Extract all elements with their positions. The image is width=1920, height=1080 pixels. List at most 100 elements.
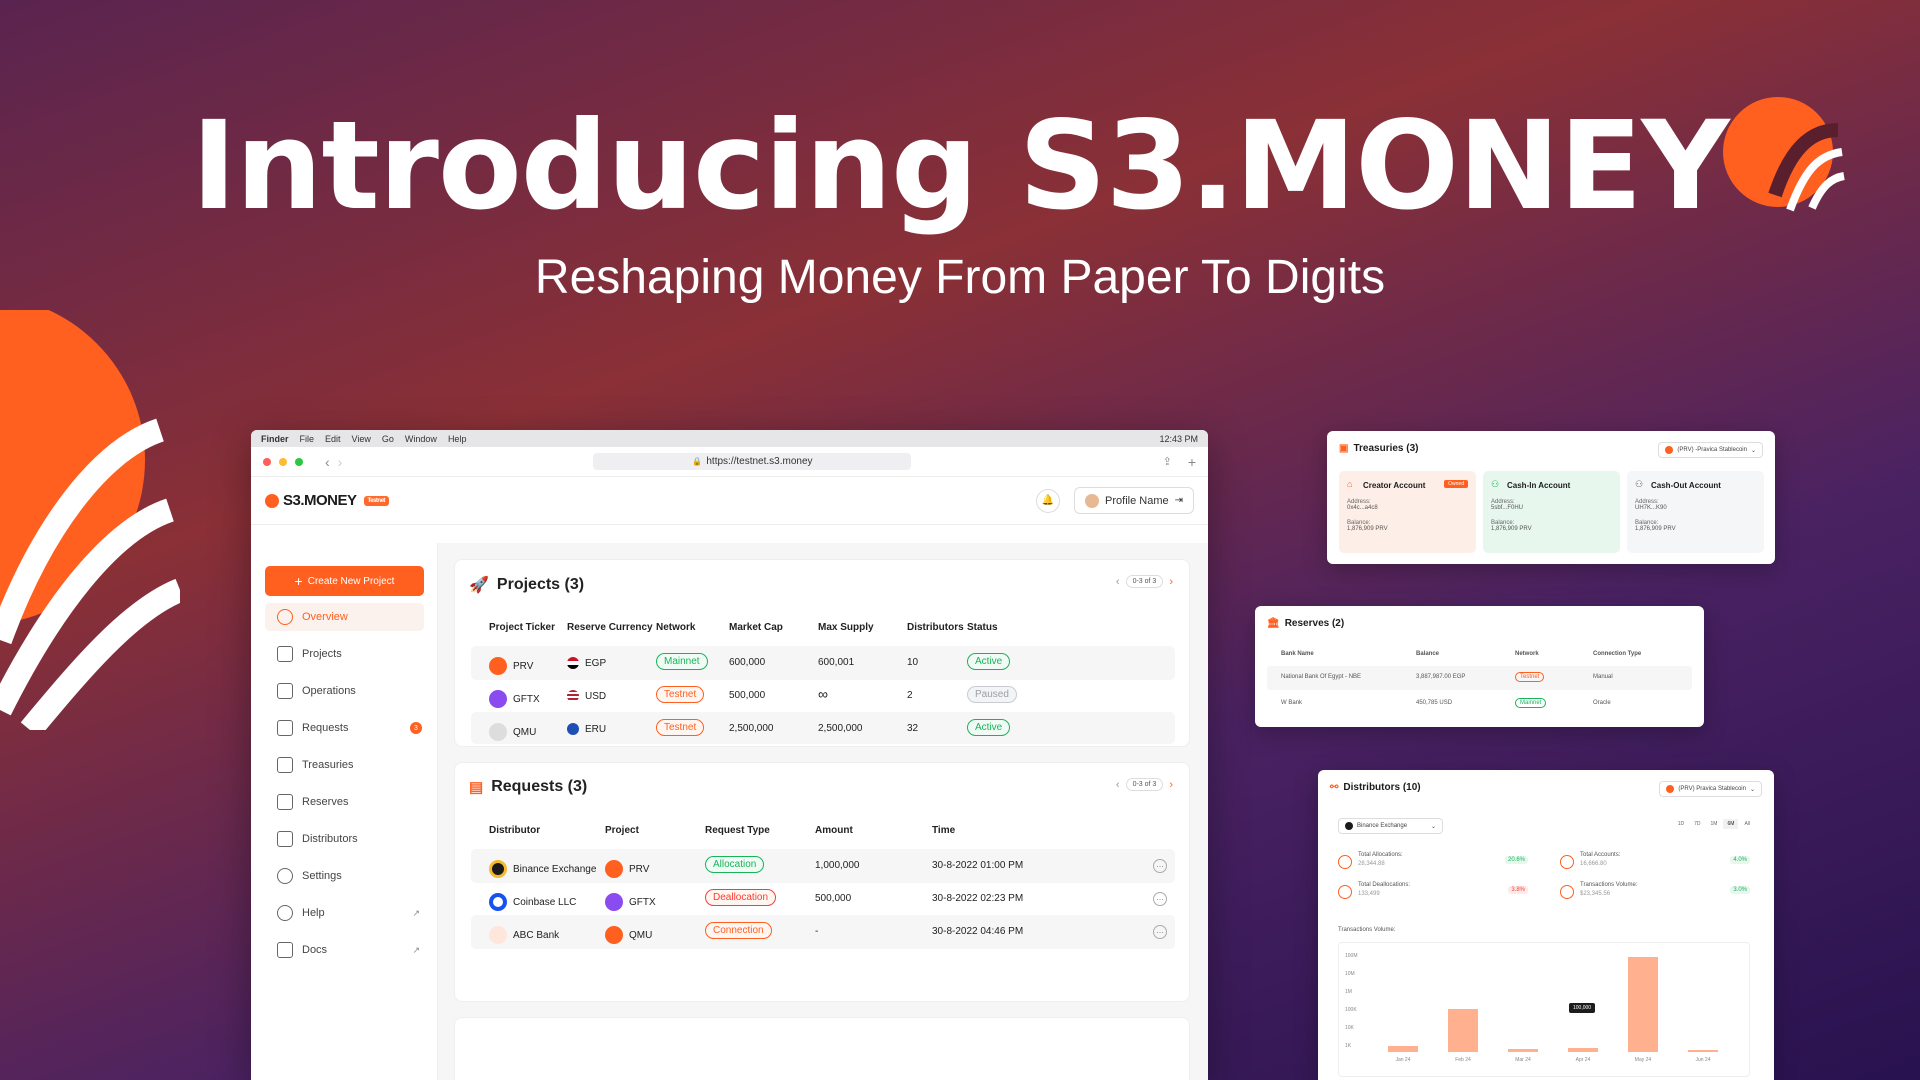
menu-view[interactable]: View <box>352 434 371 444</box>
project-selector[interactable]: (PRV) -Pravica Stablecoin ⌄ <box>1658 442 1763 458</box>
cell-max-supply: 2,500,000 <box>818 723 863 734</box>
column-header[interactable]: Project <box>605 825 639 836</box>
stat-value: 28,344.88 <box>1358 861 1385 867</box>
column-header[interactable]: Network <box>656 622 695 633</box>
sidebar-item-docs[interactable]: Docs ↗ <box>265 936 424 964</box>
menu-edit[interactable]: Edit <box>325 434 341 444</box>
sidebar-item-overview[interactable]: Overview <box>265 603 424 631</box>
table-row[interactable]: QMU ERU Testnet 2,500,000 2,500,000 32 A… <box>471 712 1175 744</box>
chart-bar[interactable] <box>1628 957 1658 1052</box>
stat-delta-down: 3.8% <box>1508 886 1528 894</box>
more-options-icon[interactable]: ⋯ <box>1153 925 1167 939</box>
sidebar-item-help[interactable]: Help ↗ <box>265 899 424 927</box>
logout-icon[interactable]: ⇥ <box>1175 495 1183 506</box>
distributor-filter[interactable]: Binance Exchange ⌄ <box>1338 818 1443 834</box>
table-row[interactable]: National Bank Of Egypt - NBE 3,887,987.0… <box>1267 666 1692 690</box>
column-header[interactable]: Status <box>967 622 998 633</box>
profile-button[interactable]: Profile Name ⇥ <box>1074 487 1194 514</box>
next-page-icon[interactable]: › <box>1169 779 1173 791</box>
range-tab[interactable]: All <box>1740 819 1754 829</box>
sidebar-item-treasuries[interactable]: Treasuries <box>265 751 424 779</box>
sidebar-item-projects[interactable]: Projects <box>265 640 424 668</box>
column-header[interactable]: Max Supply <box>818 622 874 633</box>
cell-balance: 3,887,987.00 EGP <box>1416 674 1466 680</box>
chart-bar[interactable] <box>1388 1045 1418 1052</box>
sidebar-item-reserves[interactable]: Reserves <box>265 788 424 816</box>
new-tab-icon[interactable]: + <box>1188 454 1196 470</box>
range-tab-active[interactable]: 6M <box>1723 819 1739 829</box>
menu-file[interactable]: File <box>300 434 315 444</box>
sidebar-item-operations[interactable]: Operations <box>265 677 424 705</box>
stat-total-allocations: Total Allocations: 28,344.88 20.6% <box>1338 852 1528 878</box>
share-icon[interactable]: ⇪ <box>1163 455 1172 468</box>
cell-market-cap: 2,500,000 <box>729 723 774 734</box>
x-tick-label: Feb 24 <box>1455 1057 1471 1063</box>
chart-bar[interactable] <box>1568 1048 1598 1052</box>
chart-bar[interactable] <box>1508 1048 1538 1052</box>
network-badge: Testnet <box>363 495 389 506</box>
cell-bank: W Bank <box>1281 700 1303 706</box>
menu-go[interactable]: Go <box>382 434 394 444</box>
treasury-address: 0x4c...a4c8 <box>1347 505 1378 511</box>
table-row[interactable]: GFTX USD Testnet 500,000 ∞ 2 Paused <box>471 679 1175 713</box>
table-row[interactable]: W Bank 450,785 USD Mainnet Oracle <box>1267 692 1692 716</box>
create-project-button[interactable]: + Create New Project <box>265 566 424 596</box>
close-window-button[interactable] <box>263 457 271 466</box>
prev-page-icon[interactable]: ‹ <box>1116 576 1120 588</box>
more-options-icon[interactable]: ⋯ <box>1153 859 1167 873</box>
sidebar-item-distributors[interactable]: Distributors <box>265 825 424 853</box>
network-badge: Testnet <box>656 686 705 703</box>
stat-value: 133,499 <box>1358 891 1380 897</box>
brand-logo-mark <box>1723 97 1845 212</box>
sidebar-item-label: Help <box>302 907 325 919</box>
range-tab[interactable]: 7D <box>1690 819 1704 829</box>
column-header[interactable]: Distributor <box>489 825 540 836</box>
egypt-flag-icon <box>567 657 579 669</box>
chart-bar[interactable] <box>1688 1050 1718 1052</box>
forward-icon[interactable]: › <box>338 454 343 470</box>
sidebar-item-label: Docs <box>302 944 328 956</box>
sidebar-item-requests[interactable]: Requests 3 <box>265 714 424 742</box>
table-row[interactable]: PRV EGP Mainnet 600,000 600,001 10 Activ… <box>471 646 1175 680</box>
range-tab[interactable]: 1M <box>1707 819 1722 829</box>
minimize-window-button[interactable] <box>279 457 287 466</box>
treasury-balance: 1,876,909 PRV <box>1347 526 1388 532</box>
notifications-button[interactable]: 🔔 <box>1036 488 1061 513</box>
menu-finder[interactable]: Finder <box>261 434 289 444</box>
selector-text: (PRV) -Pravica Stablecoin <box>1677 447 1747 453</box>
table-row[interactable]: ABC Bank QMU Connection - 30-8-2022 04:4… <box>471 915 1175 949</box>
maximize-window-button[interactable] <box>295 457 303 466</box>
cell-connection-type: Oracle <box>1593 700 1611 706</box>
status-badge: Active <box>967 719 1011 736</box>
project-selector[interactable]: (PRV) Pravica Stablecoin ⌄ <box>1659 781 1762 797</box>
menu-window[interactable]: Window <box>405 434 437 444</box>
prv-coin-icon <box>605 860 623 878</box>
sidebar-item-settings[interactable]: Settings <box>265 862 424 890</box>
next-page-icon[interactable]: › <box>1169 576 1173 588</box>
column-header[interactable]: Reserve Currency <box>567 622 653 633</box>
pager-text: 0-3 of 3 <box>1125 575 1164 588</box>
column-header[interactable]: Project Ticker <box>489 622 555 633</box>
column-header[interactable]: Request Type <box>705 825 770 836</box>
eye-icon <box>277 609 293 625</box>
app-logo[interactable]: S3.MONEY Testnet <box>265 492 389 509</box>
treasury-card-cash-in[interactable]: ⚇ Cash-In Account Address: 5sbf...F0HU B… <box>1483 471 1620 553</box>
more-options-icon[interactable]: ⋯ <box>1153 892 1167 906</box>
column-header[interactable]: Distributors <box>907 622 964 633</box>
network-badge: Mainnet <box>656 653 708 670</box>
bank-icon <box>277 794 293 810</box>
column-header[interactable]: Amount <box>815 825 853 836</box>
chart-bar[interactable] <box>1448 1009 1478 1052</box>
menu-help[interactable]: Help <box>448 434 467 444</box>
treasury-card-cash-out[interactable]: ⚇ Cash-Out Account Address: UH7K...K90 B… <box>1627 471 1764 553</box>
address-bar[interactable]: 🔒 https://testnet.s3.money <box>593 453 912 470</box>
range-tab[interactable]: 1D <box>1674 819 1688 829</box>
prev-page-icon[interactable]: ‹ <box>1116 779 1120 791</box>
column-header[interactable]: Time <box>932 825 955 836</box>
column-header[interactable]: Market Cap <box>729 622 783 633</box>
back-icon[interactable]: ‹ <box>325 454 330 470</box>
cell-ticker: PRV <box>513 660 534 672</box>
table-row[interactable]: Binance Exchange PRV Allocation 1,000,00… <box>471 849 1175 883</box>
treasury-card-creator[interactable]: ⌂ Owned Creator Account Address: 0x4c...… <box>1339 471 1476 553</box>
table-row[interactable]: Coinbase LLC GFTX Deallocation 500,000 3… <box>471 882 1175 916</box>
